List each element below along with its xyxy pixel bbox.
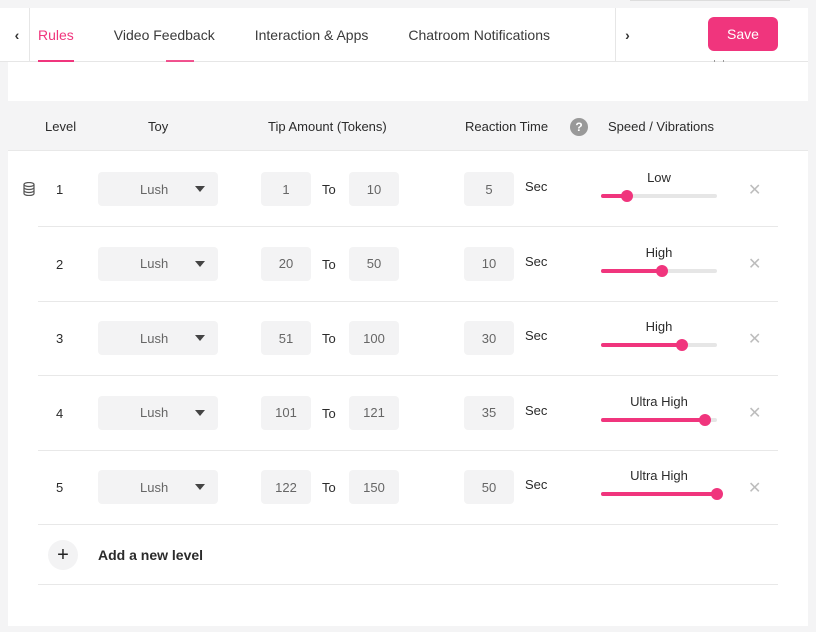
toy-select[interactable]: Lush (98, 172, 218, 206)
reaction-time-input[interactable] (464, 321, 514, 355)
chevron-left-icon[interactable]: ‹ (5, 8, 30, 62)
caret-down-icon (195, 335, 205, 341)
rule-row: 4 Lush To Sec Ultra High ✕ (38, 376, 778, 451)
close-icon[interactable]: ✕ (748, 376, 761, 451)
tab-rules[interactable]: Rules (38, 8, 74, 62)
tab-list: Rules Video Feedback Interaction & Apps … (38, 8, 590, 62)
speed-slider-knob[interactable] (699, 413, 712, 426)
speed-slider[interactable] (601, 264, 717, 277)
header-speed: Speed / Vibrations (608, 118, 714, 134)
header-toy: Toy (148, 118, 169, 134)
close-icon[interactable]: ✕ (748, 450, 761, 525)
reaction-time-input[interactable] (464, 246, 514, 281)
add-level-row[interactable]: + Add a new level (38, 525, 778, 585)
caret-down-icon (195, 186, 205, 192)
rule-row: 1 Lush To Sec Low ✕ (23, 152, 778, 227)
speed-label: Ultra High (630, 468, 688, 483)
toy-value: Lush (140, 405, 169, 420)
toy-value: Lush (140, 256, 169, 271)
table-header: Level Toy Tip Amount (Tokens) Reaction T… (8, 101, 808, 151)
caret-down-icon (195, 484, 205, 490)
toy-select[interactable]: Lush (98, 246, 218, 281)
level-number: 2 (56, 256, 64, 272)
tip-from-input[interactable] (261, 172, 311, 206)
toy-value: Lush (140, 330, 169, 346)
speed-slider-knob[interactable] (711, 488, 723, 500)
level-number: 5 (56, 480, 64, 495)
tab-interaction-apps[interactable]: Interaction & Apps (255, 8, 369, 62)
speed-label: Ultra High (630, 393, 688, 409)
level-number: 3 (56, 331, 64, 346)
toy-select[interactable]: Lush (98, 321, 218, 355)
speed-slider-fill (601, 268, 663, 273)
tip-to-input[interactable] (349, 395, 399, 430)
sec-label: Sec (525, 477, 548, 492)
header-level: Level (45, 118, 77, 134)
close-icon[interactable]: ✕ (748, 301, 761, 376)
divider (630, 0, 790, 1)
tip-to-input[interactable] (349, 172, 399, 206)
speed-slider[interactable] (601, 413, 717, 426)
tab-chatroom-notifications[interactable]: Chatroom Notifications (408, 8, 550, 62)
close-icon[interactable]: ✕ (748, 152, 761, 227)
add-level-label: Add a new level (98, 547, 204, 563)
tip-from-input[interactable] (261, 321, 311, 355)
tab-video-feedback[interactable]: Video Feedback (114, 8, 215, 62)
speed-slider[interactable] (601, 190, 717, 202)
tip-to-input[interactable] (349, 321, 399, 355)
reaction-time-input[interactable] (464, 395, 514, 430)
reaction-time-input[interactable] (464, 470, 514, 504)
tip-to-input[interactable] (349, 246, 399, 281)
database-icon (23, 182, 35, 196)
speed-slider-fill (601, 343, 683, 347)
header-tip-amount: Tip Amount (Tokens) (268, 118, 387, 134)
speed-label: Low (647, 170, 671, 185)
reaction-time-input[interactable] (464, 172, 514, 206)
to-label: To (322, 405, 336, 421)
caret-down-icon (195, 409, 205, 416)
speed-slider-knob[interactable] (656, 264, 669, 277)
rules-panel: Level Toy Tip Amount (Tokens) Reaction T… (8, 62, 808, 626)
rule-row: 3 Lush To Sec High ✕ (38, 301, 778, 376)
tip-from-input[interactable] (261, 470, 311, 504)
sec-label: Sec (525, 402, 548, 418)
to-label: To (322, 256, 336, 272)
caret-down-icon (195, 260, 205, 267)
plus-icon[interactable]: + (48, 540, 78, 570)
toy-value: Lush (140, 181, 169, 197)
header-reaction-time: Reaction Time (465, 118, 549, 134)
help-circle-icon[interactable]: ? (570, 118, 588, 136)
speed-slider[interactable] (601, 488, 723, 500)
toy-select[interactable]: Lush (98, 470, 218, 504)
speed-slider-fill (601, 492, 717, 496)
speed-slider-knob[interactable] (676, 339, 689, 351)
tip-from-input[interactable] (261, 395, 311, 430)
speed-label: High (645, 319, 673, 334)
sec-label: Sec (525, 179, 548, 194)
rule-row: 5 Lush To Sec Ultra High ✕ (38, 450, 778, 525)
chevron-right-icon[interactable]: › (615, 8, 639, 62)
speed-slider-fill (601, 417, 706, 422)
sec-label: Sec (525, 253, 548, 269)
tip-to-input[interactable] (349, 470, 399, 504)
level-number: 1 (56, 182, 64, 197)
speed-label: High (645, 244, 673, 260)
to-label: To (322, 331, 336, 346)
toy-select[interactable]: Lush (98, 395, 218, 430)
level-number: 4 (56, 405, 64, 421)
rule-row: 2 Lush To Sec High ✕ (38, 227, 778, 302)
close-icon[interactable]: ✕ (748, 227, 761, 302)
sec-label: Sec (525, 328, 548, 343)
toy-value: Lush (140, 479, 169, 495)
tip-from-input[interactable] (261, 246, 311, 281)
speed-slider-knob[interactable] (620, 190, 633, 202)
save-button[interactable]: Save (708, 17, 778, 51)
to-label: To (322, 182, 336, 197)
speed-slider[interactable] (601, 339, 717, 351)
to-label: To (322, 480, 336, 495)
tab-bar: ‹ Rules Video Feedback Interaction & App… (0, 0, 808, 70)
